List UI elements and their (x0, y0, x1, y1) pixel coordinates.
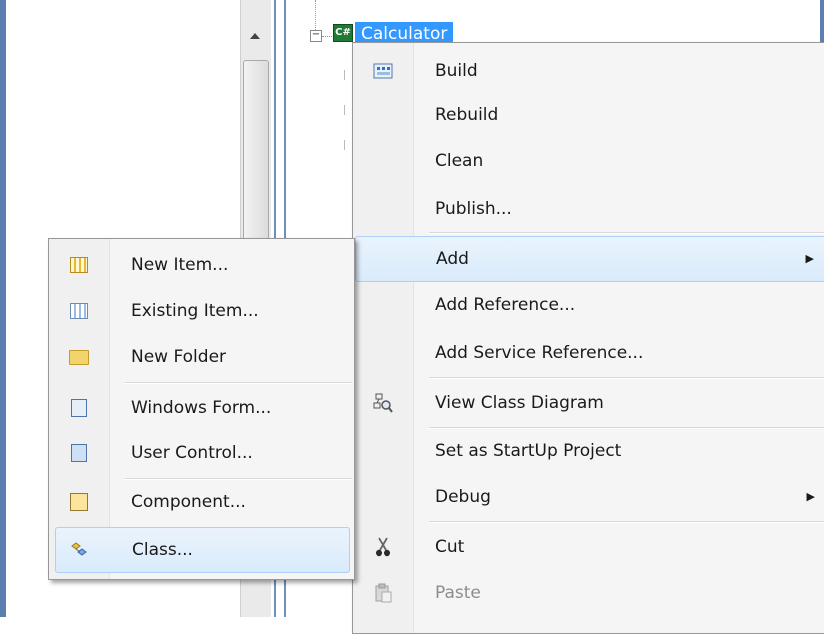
menu-item-label: Clean (435, 151, 484, 171)
menu-item-label: Windows Form... (131, 398, 272, 418)
paste-icon (373, 583, 393, 603)
user-control-icon (69, 443, 89, 463)
menu-item-label: Build (435, 61, 478, 81)
chevron-up-icon (250, 33, 260, 39)
menu-item-rebuild[interactable]: Rebuild (355, 93, 824, 137)
submenu-item-new-folder[interactable]: New Folder (51, 335, 352, 379)
class-diagram-icon (373, 393, 393, 413)
menu-item-label: Add (436, 249, 469, 269)
menu-item-set-startup-project[interactable]: Set as StartUp Project (355, 429, 824, 473)
project-context-menu: Build Rebuild Clean Publish... Add ▶ Add… (352, 42, 824, 634)
menu-item-view-class-diagram[interactable]: View Class Diagram (355, 381, 824, 425)
menu-item-label: Debug (435, 487, 491, 507)
scissors-icon (373, 537, 393, 557)
submenu-item-class[interactable]: Class... (55, 527, 350, 573)
menu-item-build[interactable]: Build (355, 49, 824, 93)
submenu-item-component[interactable]: Component... (51, 480, 352, 524)
menu-item-paste[interactable]: Paste (355, 571, 824, 615)
menu-item-publish[interactable]: Publish... (355, 187, 824, 231)
menu-item-add-service-reference[interactable]: Add Service Reference... (355, 331, 824, 375)
menu-separator (429, 377, 824, 379)
window-border-left (0, 0, 6, 617)
menu-item-label: View Class Diagram (435, 393, 604, 413)
submenu-arrow-icon: ▶ (805, 252, 814, 265)
submenu-item-existing-item[interactable]: Existing Item... (51, 289, 352, 333)
new-item-icon (69, 255, 89, 275)
menu-item-label: User Control... (131, 443, 253, 463)
component-icon (69, 492, 89, 512)
tree-connector (315, 0, 316, 30)
menu-separator (125, 382, 352, 384)
menu-item-clean[interactable]: Clean (355, 139, 824, 183)
menu-item-cut[interactable]: Cut (355, 525, 824, 569)
menu-item-label: Publish... (435, 199, 512, 219)
menu-item-label: Component... (131, 492, 246, 512)
menu-item-add[interactable]: Add ▶ (355, 236, 824, 282)
menu-item-label: Existing Item... (131, 301, 259, 321)
menu-separator (429, 232, 824, 234)
menu-item-label: Paste (435, 583, 481, 603)
menu-item-label: Add Reference... (435, 295, 576, 315)
menu-item-label: Cut (435, 537, 465, 557)
menu-item-label: Class... (132, 540, 193, 560)
tree-connector (322, 36, 332, 37)
csharp-project-icon: C# (333, 24, 353, 42)
add-submenu: New Item... Existing Item... New Folder … (48, 238, 355, 580)
menu-item-add-reference[interactable]: Add Reference... (355, 283, 824, 327)
new-folder-icon (69, 347, 89, 367)
class-icon (70, 540, 90, 560)
menu-item-label: New Folder (131, 347, 227, 367)
menu-item-label: Rebuild (435, 105, 499, 125)
collapse-toggle[interactable]: − (310, 30, 322, 42)
menu-separator (429, 521, 824, 523)
submenu-item-new-item[interactable]: New Item... (51, 243, 352, 287)
menu-item-label: Add Service Reference... (435, 343, 644, 363)
submenu-item-windows-form[interactable]: Windows Form... (51, 386, 352, 430)
existing-item-icon (69, 301, 89, 321)
menu-item-label: New Item... (131, 255, 229, 275)
windows-form-icon (69, 398, 89, 418)
menu-item-debug[interactable]: Debug ▶ (355, 475, 824, 519)
scroll-up-button[interactable] (240, 16, 270, 56)
build-icon (373, 61, 393, 81)
submenu-item-user-control[interactable]: User Control... (51, 431, 352, 475)
menu-item-label: Set as StartUp Project (435, 441, 622, 461)
submenu-arrow-icon: ▶ (806, 490, 815, 503)
